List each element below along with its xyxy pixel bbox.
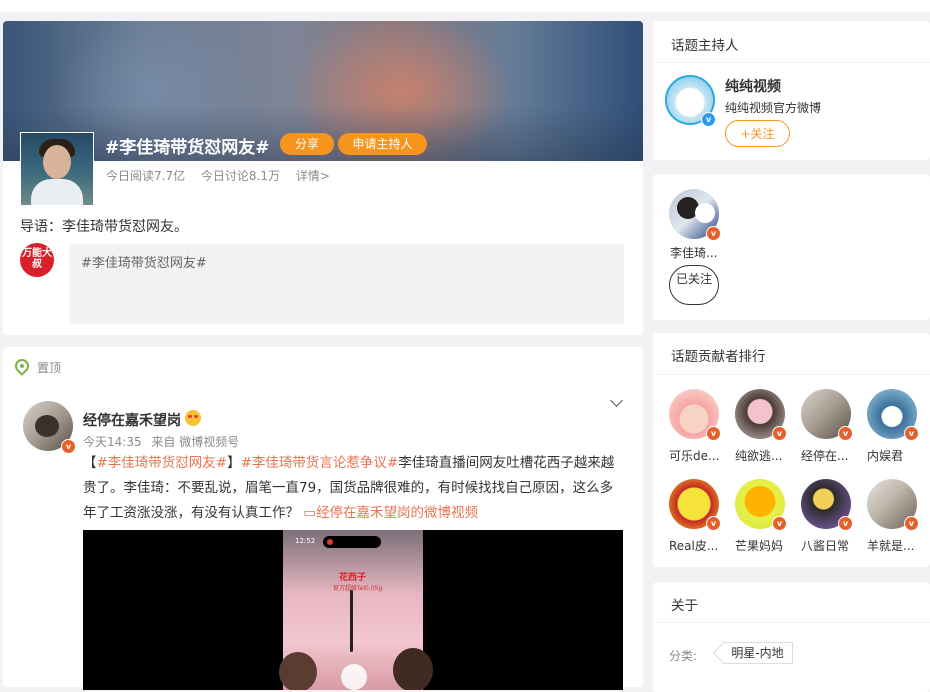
verified-badge-icon: v [838, 426, 853, 441]
contributor-name: 内娱君 [867, 449, 904, 463]
topic-title: #李佳琦带货怼网友# [105, 138, 270, 158]
verified-badge-icon: v [706, 226, 721, 241]
contributor-name: 经停在... [801, 449, 849, 463]
eyebrow-pencil [350, 590, 353, 652]
post-meta: 今天14:35 来自 微博视频号 [83, 433, 245, 450]
post-source: 来自 微博视频号 [151, 435, 240, 449]
discussions-today: 今日讨论8.1万 [200, 169, 281, 183]
followed-user-card: v 李佳琦... 已关注 [653, 174, 930, 320]
about-card: 关于 分类: 明星-内地 [653, 582, 930, 692]
video-person-right [393, 648, 433, 690]
video-link-label: 经停在嘉禾望岗的微博视频 [316, 505, 479, 521]
bracket-open: 【 [83, 455, 97, 471]
phone-island [323, 536, 381, 548]
pin-icon [12, 356, 32, 376]
hashtag-link[interactable]: #李佳琦带货怼网友# [97, 455, 228, 471]
contributor-name: 八酱日常 [801, 539, 850, 553]
verified-badge-icon: v [772, 426, 787, 441]
avatar-body [31, 179, 83, 205]
followed-button[interactable]: 已关注 [669, 265, 719, 305]
host-description: 纯纯视频官方微博 [725, 101, 822, 115]
topic-avatar[interactable] [20, 132, 94, 206]
chevron-down-icon[interactable] [610, 394, 623, 407]
post-text: 【#李佳琦带货怼网友#】#李佳琦带货言论惹争议#李佳琦直播间网友吐槽花西子越来越… [83, 451, 623, 526]
post-author-name[interactable]: 经停在嘉禾望岗 [83, 410, 181, 430]
composer-avatar-text: 万能大叔 [22, 248, 52, 270]
video-clock: 12:52 [295, 537, 316, 545]
post-composer-input[interactable]: #李佳琦带货怼网友# [69, 244, 624, 324]
contributor-name: Real皮... [669, 539, 719, 553]
followed-user-name[interactable]: 李佳琦... [670, 244, 717, 261]
top-bar [0, 0, 930, 12]
verified-badge-icon: v [904, 516, 919, 531]
video-sign: 花西子 [339, 573, 367, 583]
play-icon[interactable] [341, 664, 367, 690]
bracket-close: 】 [227, 455, 241, 471]
details-link[interactable]: 详情> [296, 169, 330, 183]
rank-section-title: 话题贡献者排行 [671, 349, 766, 365]
post-time[interactable]: 今天14:35 [83, 435, 142, 449]
composer-avatar[interactable]: 万能大叔 [20, 243, 54, 277]
video-link[interactable]: ▭经停在嘉禾望岗的微博视频 [303, 505, 478, 521]
hashtag-link[interactable]: #李佳琦带货言论惹争议# [241, 455, 399, 471]
verified-badge-icon: v [838, 516, 853, 531]
contributor-name: 羊就是... [867, 539, 915, 553]
category-tag[interactable]: 明星-内地 [723, 642, 793, 664]
verified-badge-icon: v [772, 516, 787, 531]
contributor-name: 芒果妈妈 [735, 539, 784, 553]
verified-badge-icon: v [61, 439, 76, 454]
category-label: 分类: [669, 649, 698, 663]
video-sub: 官方超级Tel0.05g [333, 585, 383, 592]
verified-badge-icon: v [706, 516, 721, 531]
host-name[interactable]: 纯纯视频 [725, 76, 781, 96]
video-person-left [279, 652, 317, 690]
divider [653, 62, 930, 63]
contributor-name: 可乐de... [669, 449, 720, 463]
avatar-dog [695, 203, 715, 223]
divider [653, 374, 930, 375]
topic-header-card: #李佳琦带货怼网友# 分享 申请主持人 今日阅读7.7亿 今日讨论8.1万 详情… [3, 21, 643, 335]
host-card: 话题主持人 v 纯纯视频 纯纯视频官方微博 +关注 [653, 21, 930, 160]
verified-badge-icon: v [706, 426, 721, 441]
contributor-rank-card: 话题贡献者排行 v 可乐de... v 纯欲逃... v 经停在... v 内娱… [653, 333, 930, 567]
follow-button[interactable]: +关注 [725, 120, 790, 147]
share-button[interactable]: 分享 [280, 133, 334, 155]
video-player[interactable]: 12:52 花西子 官方超级Tel0.05g [83, 530, 623, 690]
topic-guide: 导语：李佳琦带货怼网友。 [20, 219, 188, 235]
category-tag-label: 明星-内地 [731, 646, 784, 660]
about-section-title: 关于 [671, 598, 698, 614]
avatar-face [43, 145, 71, 179]
topic-stats: 今日阅读7.7亿 今日讨论8.1万 详情> [106, 167, 342, 184]
contributor-name: 纯欲逃... [735, 449, 783, 463]
avatar-figure [35, 415, 59, 437]
apply-host-button[interactable]: 申请主持人 [338, 133, 427, 155]
video-link-icon: ▭ [303, 505, 317, 521]
verified-badge-icon: v [701, 112, 716, 127]
verified-badge-icon: v [904, 426, 919, 441]
video-frame: 12:52 花西子 官方超级Tel0.05g [279, 530, 433, 690]
emoji-icon [185, 410, 201, 426]
host-section-title: 话题主持人 [671, 38, 739, 54]
pinned-label: 置顶 [37, 361, 62, 375]
feed-card: 置顶 v 经停在嘉禾望岗 今天14:35 来自 微博视频号 【#李佳琦带货怼网友… [3, 347, 643, 690]
divider [653, 622, 930, 623]
reads-today: 今日阅读7.7亿 [106, 169, 186, 183]
